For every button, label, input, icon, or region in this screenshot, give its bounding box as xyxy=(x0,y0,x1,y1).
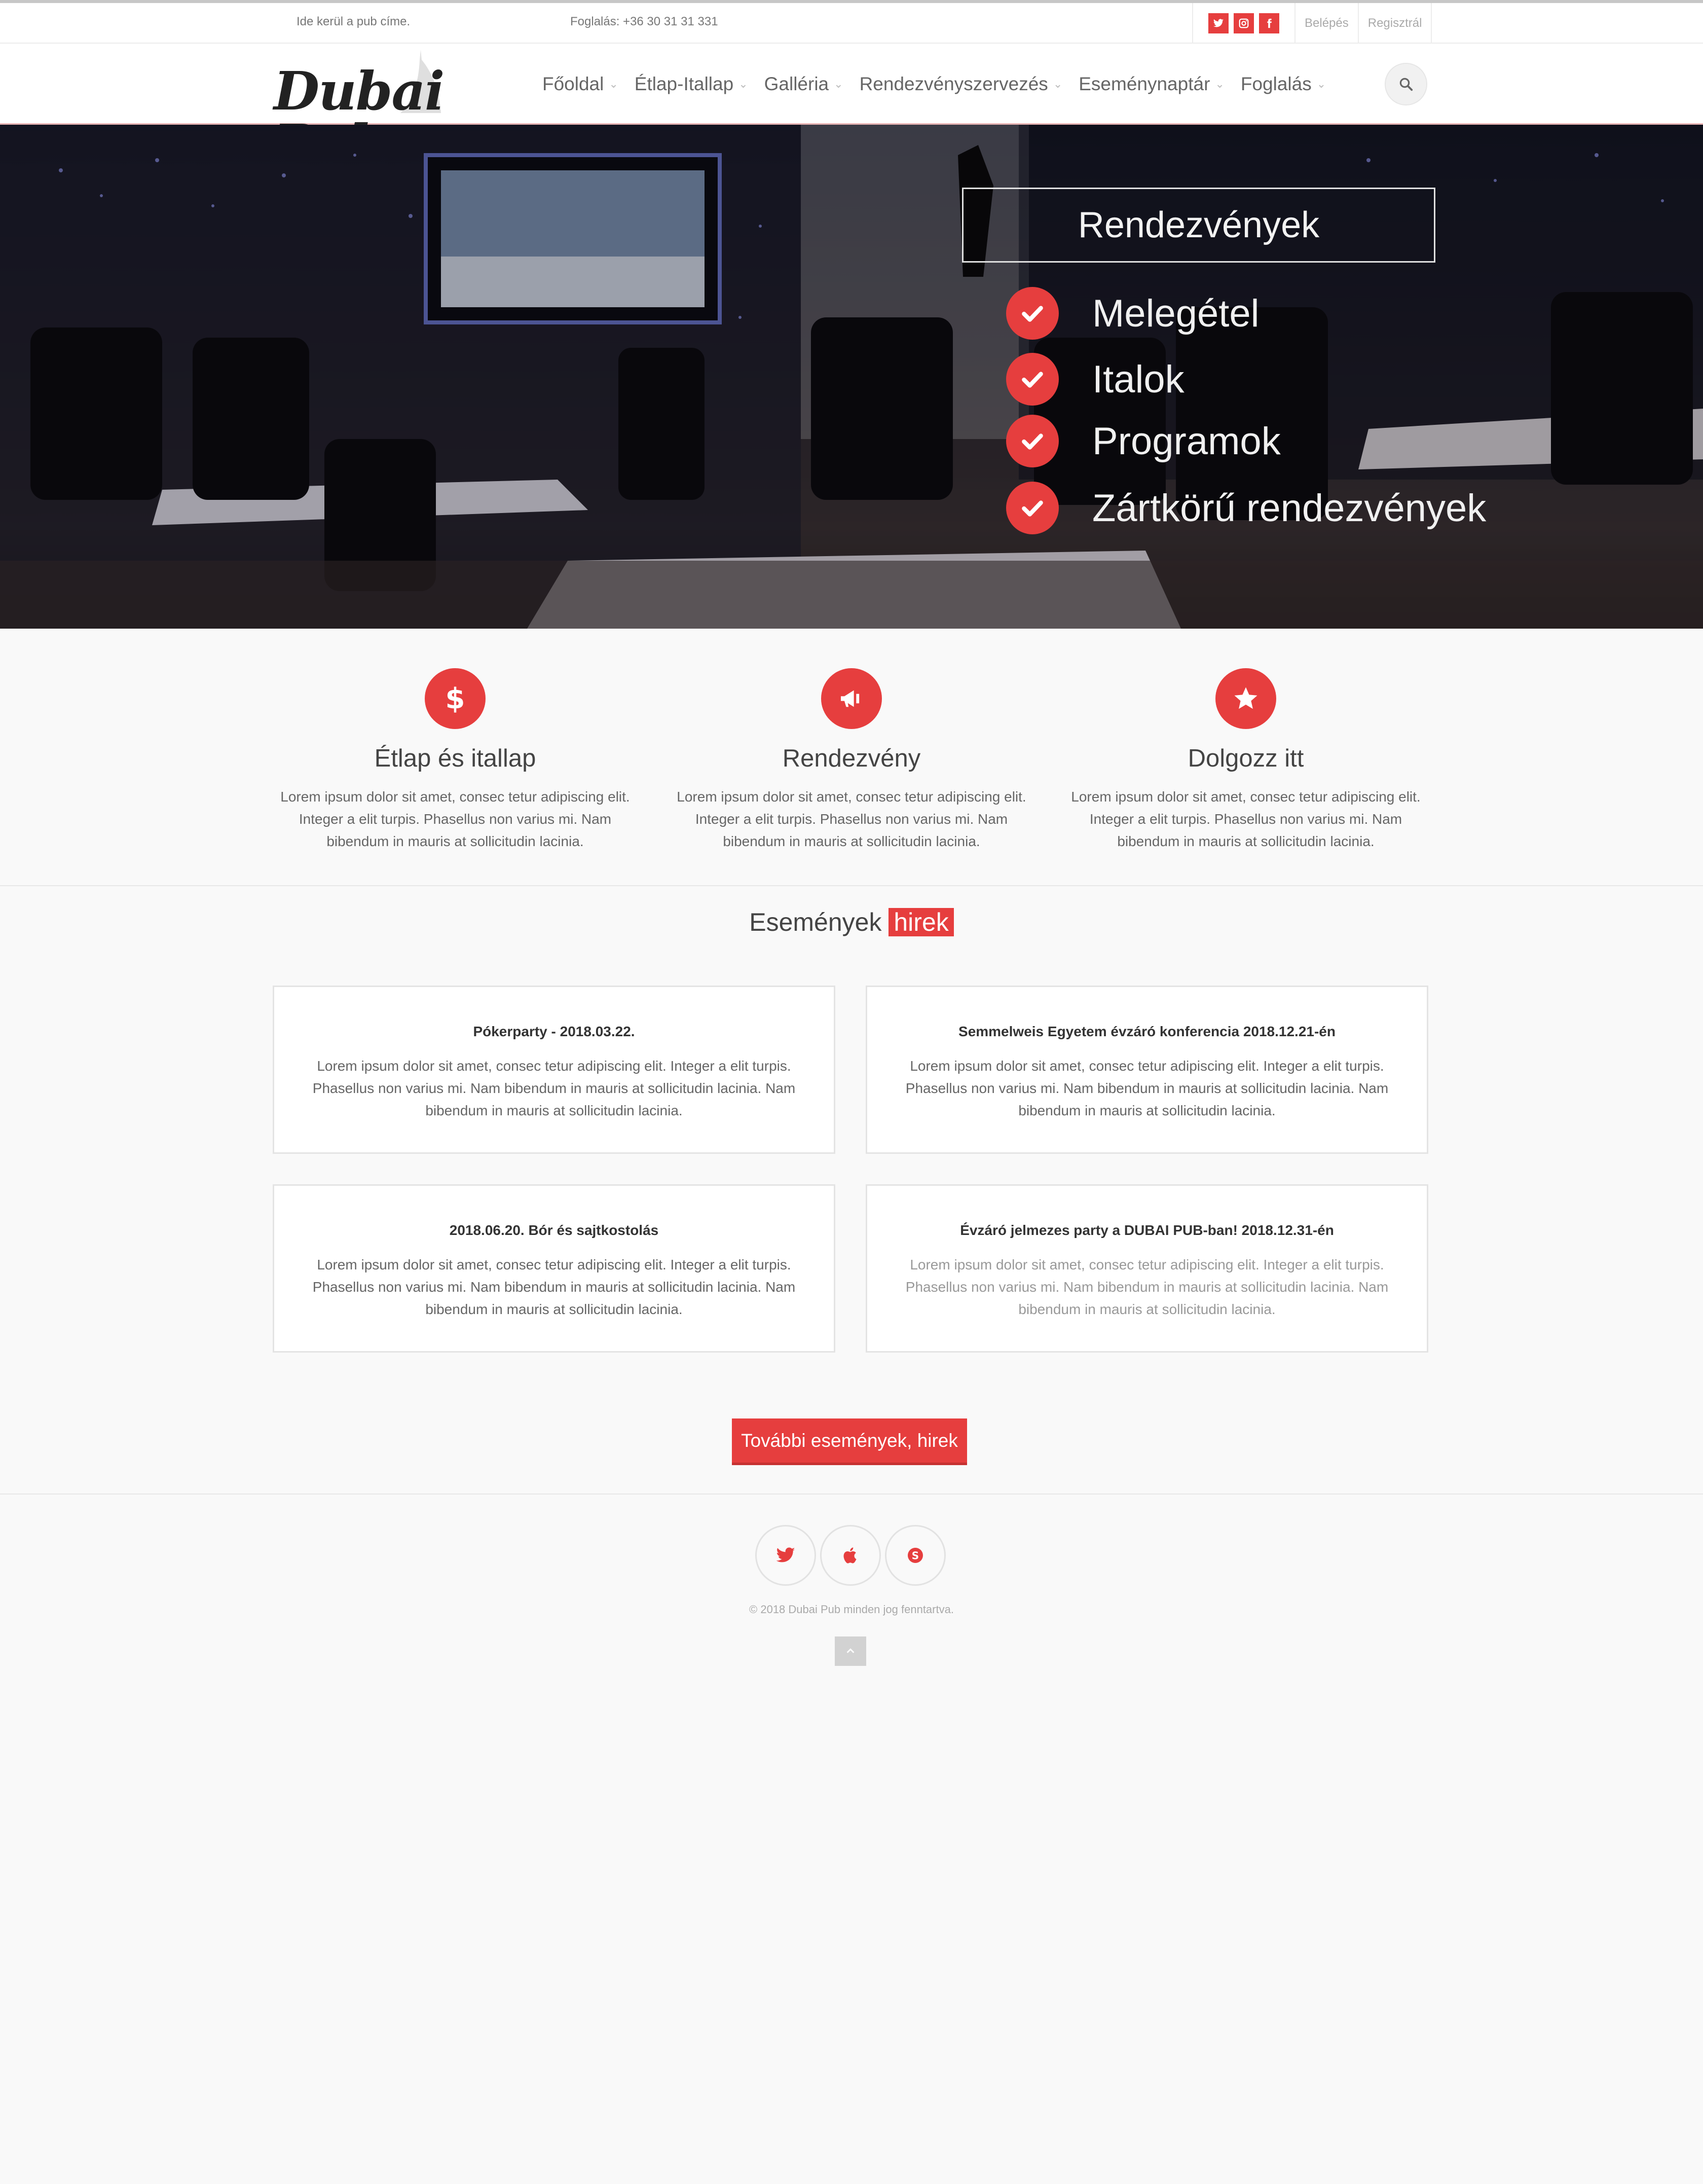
news-heading: Események hirek xyxy=(0,907,1703,937)
instagram-icon[interactable] xyxy=(1234,13,1254,33)
nav-item-booking[interactable]: Foglalás ⌄ xyxy=(1241,74,1326,95)
feature-event[interactable]: Rendezvény Lorem ipsum dolor sit amet, c… xyxy=(664,668,1039,853)
nav-item-calendar[interactable]: Eseménynaptár ⌄ xyxy=(1079,74,1225,95)
chevron-up-icon xyxy=(846,1648,855,1653)
apple-icon[interactable] xyxy=(820,1525,881,1586)
feature-text: Lorem ipsum dolor sit amet, consec tetur… xyxy=(677,789,1026,849)
feature-title: Dolgozz itt xyxy=(1188,745,1304,772)
news-card-title: Évzáró jelmezes party a DUBAI PUB-ban! 2… xyxy=(960,1222,1334,1238)
chevron-down-icon: ⌄ xyxy=(1053,78,1063,90)
nav-label: Eseménynaptár xyxy=(1079,74,1210,94)
news-card-text: Lorem ipsum dolor sit amet, consec tetur… xyxy=(312,1257,796,1317)
news-card[interactable]: Semmelweis Egyetem évzáró konferencia 20… xyxy=(866,986,1428,1154)
nav-label: Főoldal xyxy=(542,74,604,94)
back-to-top-button[interactable] xyxy=(835,1636,866,1666)
hero-background-image xyxy=(0,125,1703,629)
hero-title: Rendezvények xyxy=(1078,205,1320,245)
nav-item-gallery[interactable]: Galléria ⌄ xyxy=(764,74,843,95)
star-icon xyxy=(1215,668,1276,729)
top-bar: Ide kerül a pub címe. Foglalás: +36 30 3… xyxy=(0,3,1703,44)
news-card-text: Lorem ipsum dolor sit amet, consec tetur… xyxy=(905,1257,1389,1317)
site-logo[interactable]: Dubai Pub xyxy=(269,50,512,170)
news-card-text: Lorem ipsum dolor sit amet, consec tetur… xyxy=(312,1058,796,1118)
hero-list-item: Melegétel xyxy=(1006,287,1260,340)
news-card[interactable]: Évzáró jelmezes party a DUBAI PUB-ban! 2… xyxy=(866,1184,1428,1353)
hero-item-text: Programok xyxy=(1092,419,1281,463)
feature-text: Lorem ipsum dolor sit amet, consec tetur… xyxy=(280,789,630,849)
hero-item-text: Italok xyxy=(1092,357,1184,401)
main-nav: Főoldal ⌄ Étlap-Itallap ⌄ Galléria ⌄ Rendez… xyxy=(542,44,1342,125)
news-card-title: 2018.06.20. Bór és sajtkostolás xyxy=(449,1222,659,1238)
check-icon xyxy=(1006,287,1059,340)
top-social-links xyxy=(1193,3,1295,44)
check-icon xyxy=(1006,415,1059,467)
hero-list-item: Zártkörű rendezvények xyxy=(1006,482,1486,534)
chevron-down-icon: ⌄ xyxy=(1215,78,1225,90)
hero-banner: Rendezvények Melegétel Italok Programok … xyxy=(0,125,1703,629)
twitter-icon[interactable] xyxy=(1208,13,1229,33)
news-card[interactable]: 2018.06.20. Bór és sajtkostolás Lorem ip… xyxy=(273,1184,835,1353)
search-button[interactable] xyxy=(1385,63,1427,105)
nav-item-home[interactable]: Főoldal ⌄ xyxy=(542,74,618,95)
news-card-title: Pókerparty - 2018.03.22. xyxy=(473,1024,635,1039)
footer-divider xyxy=(0,1494,1703,1495)
features-section: $ Étlap és itallap Lorem ipsum dolor sit… xyxy=(0,629,1703,886)
nav-item-events-organizing[interactable]: Rendezvényszervezés ⌄ xyxy=(860,74,1063,95)
register-link[interactable]: Regisztrál xyxy=(1359,3,1432,44)
login-link[interactable]: Belépés xyxy=(1295,3,1359,44)
nav-label: Foglalás xyxy=(1240,74,1312,94)
feature-text: Lorem ipsum dolor sit amet, consec tetur… xyxy=(1071,789,1421,849)
chevron-down-icon: ⌄ xyxy=(1316,78,1326,90)
hero-list-item: Italok xyxy=(1006,353,1184,406)
chevron-down-icon: ⌄ xyxy=(609,78,618,90)
news-card-text: Lorem ipsum dolor sit amet, consec tetur… xyxy=(905,1058,1389,1118)
feature-menu[interactable]: $ Étlap és itallap Lorem ipsum dolor sit… xyxy=(268,668,643,853)
chevron-down-icon: ⌄ xyxy=(738,78,748,90)
check-icon xyxy=(1006,482,1059,534)
copyright-text: © 2018 Dubai Pub minden jog fenntartva. xyxy=(749,1603,954,1616)
news-heading-text: Események xyxy=(749,908,882,936)
hero-item-text: Zártkörű rendezvények xyxy=(1092,486,1487,530)
megaphone-icon xyxy=(821,668,882,729)
phone-text: Foglalás: +36 30 31 31 331 xyxy=(570,15,718,28)
news-heading-highlight: hirek xyxy=(888,908,954,936)
feature-jobs[interactable]: Dolgozz itt Lorem ipsum dolor sit amet, … xyxy=(1058,668,1433,853)
address-text: Ide kerül a pub címe. xyxy=(297,15,411,28)
dollar-icon: $ xyxy=(425,668,486,729)
main-header: Dubai Pub Főoldal ⌄ Étlap-Itallap ⌄ Gallér… xyxy=(0,44,1703,170)
svg-text:S: S xyxy=(912,1550,919,1562)
feature-title: Rendezvény xyxy=(782,745,921,772)
chevron-down-icon: ⌄ xyxy=(834,78,843,90)
facebook-icon[interactable] xyxy=(1259,13,1279,33)
hero-list-item: Programok xyxy=(1006,415,1281,467)
check-icon xyxy=(1006,353,1059,406)
feature-title: Étlap és itallap xyxy=(374,745,536,772)
nav-label: Rendezvényszervezés xyxy=(859,74,1048,94)
top-bar-right: Belépés Regisztrál xyxy=(1192,3,1432,44)
search-icon xyxy=(1399,78,1413,91)
twitter-icon[interactable] xyxy=(755,1525,816,1586)
more-events-button[interactable]: További események, hirek xyxy=(732,1418,967,1465)
nav-item-menu[interactable]: Étlap-Itallap ⌄ xyxy=(635,74,748,95)
skype-icon[interactable]: S xyxy=(885,1525,946,1586)
nav-label: Galléria xyxy=(764,74,829,94)
nav-label: Étlap-Itallap xyxy=(634,74,734,94)
hero-item-text: Melegétel xyxy=(1092,292,1260,335)
news-card[interactable]: Pókerparty - 2018.03.22. Lorem ipsum dol… xyxy=(273,986,835,1154)
hero-title-box: Rendezvények xyxy=(962,188,1435,263)
news-card-title: Semmelweis Egyetem évzáró konferencia 20… xyxy=(958,1024,1336,1039)
